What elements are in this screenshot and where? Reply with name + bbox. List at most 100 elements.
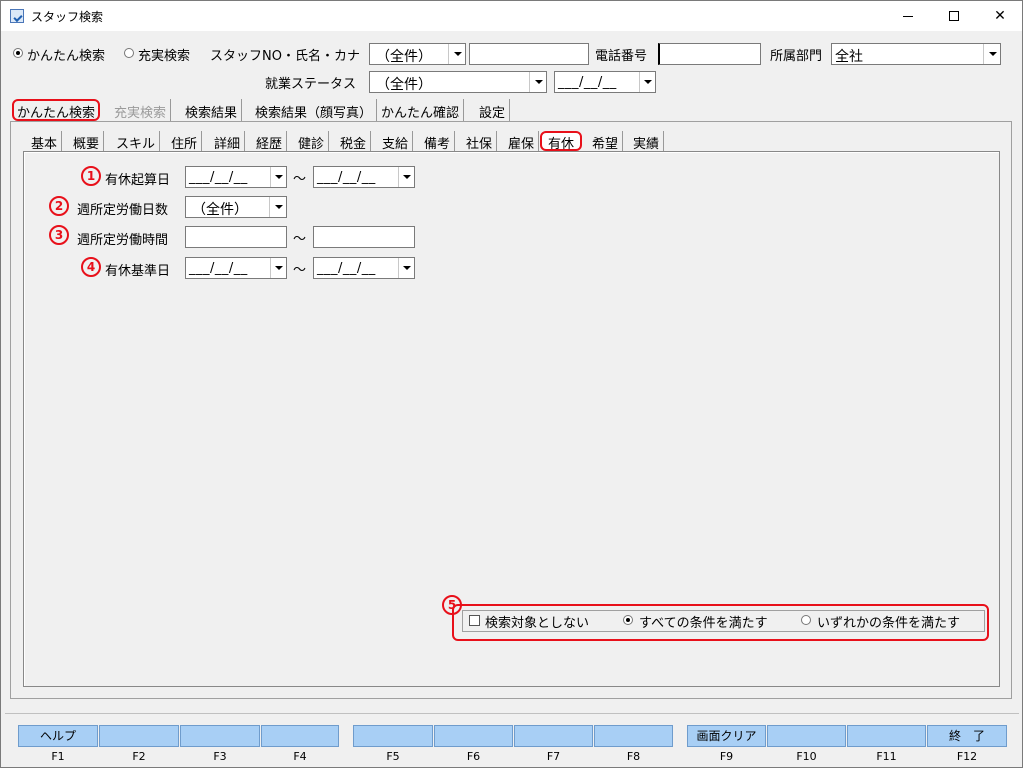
app-window-icon [10,9,24,23]
chevron-down-icon[interactable] [398,167,414,187]
weekly-hours-from-input[interactable] [185,226,287,248]
subtab-preference[interactable]: 希望 [592,131,624,152]
leave-base-date-to[interactable]: ___/__/__ [313,257,415,279]
tab-search-results-photo[interactable]: 検索結果（顔写真） [255,99,378,121]
close-button[interactable]: ✕ [977,1,1023,31]
date-value: ___/__/__ [317,170,376,185]
field-label-weekly-hours: 週所定労働時間 [77,233,169,248]
fkey-label: F12 [956,750,978,763]
range-separator: ～ [293,263,307,278]
maximize-button[interactable] [931,1,977,31]
f7-button[interactable] [514,725,593,747]
fkey-label: F8 [626,750,641,763]
f3-button[interactable] [180,725,260,747]
exclude-checkbox[interactable] [469,615,480,626]
weekly-days-value: （全件） [192,202,248,218]
marker-4: 4 [81,257,101,277]
minimize-icon [903,15,913,17]
subtab-skill[interactable]: スキル [116,131,161,152]
dept-label: 所属部門 [770,49,823,64]
tab-settings[interactable]: 設定 [479,99,511,121]
subtab-notes[interactable]: 備考 [424,131,456,152]
f8-button[interactable] [594,725,673,747]
staff-search-label: スタッフNO・氏名・カナ [210,49,360,64]
leave-start-date-to[interactable]: ___/__/__ [313,166,415,188]
status-date-picker[interactable]: ___/__/__ [554,71,656,93]
staff-filter-value: （全件） [376,49,432,65]
chevron-down-icon[interactable] [529,72,546,92]
f5-button[interactable] [353,725,433,747]
f11-button[interactable] [847,725,926,747]
field-label-weekly-days: 週所定労働日数 [77,203,169,218]
staff-filter-combo[interactable]: （全件） [369,43,466,65]
chevron-down-icon[interactable] [448,44,465,64]
range-separator: ～ [293,232,307,247]
minimize-button[interactable] [885,1,931,31]
maximize-icon [949,11,959,21]
chevron-down-icon[interactable] [983,44,1000,64]
f9-clear-screen-button[interactable]: 画面クリア [687,725,766,747]
chevron-down-icon[interactable] [270,167,286,187]
leave-start-date-from[interactable]: ___/__/__ [185,166,287,188]
subtab-career[interactable]: 経歴 [256,131,288,152]
field-label-leave-start-date: 有休起算日 [105,173,171,188]
chevron-down-icon[interactable] [398,258,414,278]
weekly-hours-to-input[interactable] [313,226,415,248]
dept-value: 全社 [835,49,863,65]
window-title: スタッフ検索 [31,10,104,24]
marker-3: 3 [49,225,69,245]
fkey-label: F7 [546,750,561,763]
range-separator: ～ [293,172,307,187]
title-bar: スタッフ検索 ✕ [1,1,1022,31]
chevron-down-icon[interactable] [270,258,286,278]
weekly-days-combo[interactable]: （全件） [185,196,287,218]
tab-easy-confirm[interactable]: かんたん確認 [381,99,465,121]
subtab-social-insurance[interactable]: 社保 [466,131,498,152]
date-value: ___/__/__ [189,170,248,185]
fkey-label: F4 [293,750,307,763]
match-all-radio[interactable] [623,615,633,625]
subtab-basic[interactable]: 基本 [31,131,63,152]
full-search-label: 充実検索 [138,49,191,64]
fkey-label: F10 [796,750,817,763]
match-all-label: すべての条件を満たす [639,616,768,631]
subtab-overview[interactable]: 概要 [73,131,105,152]
tab-full-search[interactable]: 充実検索 [114,99,172,121]
f1-help-button[interactable]: ヘルプ [18,725,98,747]
phone-input[interactable] [658,43,761,65]
f12-exit-button[interactable]: 終 了 [927,725,1007,747]
fkey-label: F11 [876,750,897,763]
subtab-tax[interactable]: 税金 [340,131,372,152]
tab-search-results[interactable]: 検索結果 [185,99,243,121]
f4-button[interactable] [261,725,339,747]
chevron-down-icon[interactable] [639,72,655,92]
status-value: （全件） [376,77,432,93]
staff-search-window: スタッフ検索 ✕ かんたん検索 充実検索 スタッフNO・氏名・カナ （全件） 電… [0,0,1023,768]
subtab-detail[interactable]: 詳細 [214,131,246,152]
match-any-radio[interactable] [801,615,811,625]
tab-easy-search[interactable]: かんたん検索 [12,99,101,121]
dept-combo[interactable]: 全社 [831,43,1001,65]
full-search-radio[interactable] [124,48,134,58]
exclude-label: 検索対象としない [485,616,590,631]
subtab-employment-insurance[interactable]: 雇保 [508,131,540,152]
marker-2: 2 [49,196,69,216]
f10-button[interactable] [767,725,846,747]
f2-button[interactable] [99,725,179,747]
subtab-paid-leave[interactable]: 有休 [540,131,583,152]
subtab-address[interactable]: 住所 [171,131,203,152]
date-value: ___/__/__ [317,261,376,276]
f6-button[interactable] [434,725,513,747]
easy-search-label: かんたん検索 [27,49,106,64]
easy-search-radio[interactable] [13,48,23,58]
staff-search-input[interactable] [469,43,589,65]
status-date-value: ___/__/__ [558,75,617,90]
subtab-results[interactable]: 実績 [633,131,665,152]
close-icon: ✕ [994,8,1006,24]
status-combo[interactable]: （全件） [369,71,547,93]
chevron-down-icon[interactable] [269,197,286,217]
subtab-payment[interactable]: 支給 [382,131,414,152]
leave-base-date-from[interactable]: ___/__/__ [185,257,287,279]
fkey-label: F2 [132,750,146,763]
subtab-health-check[interactable]: 健診 [298,131,330,152]
